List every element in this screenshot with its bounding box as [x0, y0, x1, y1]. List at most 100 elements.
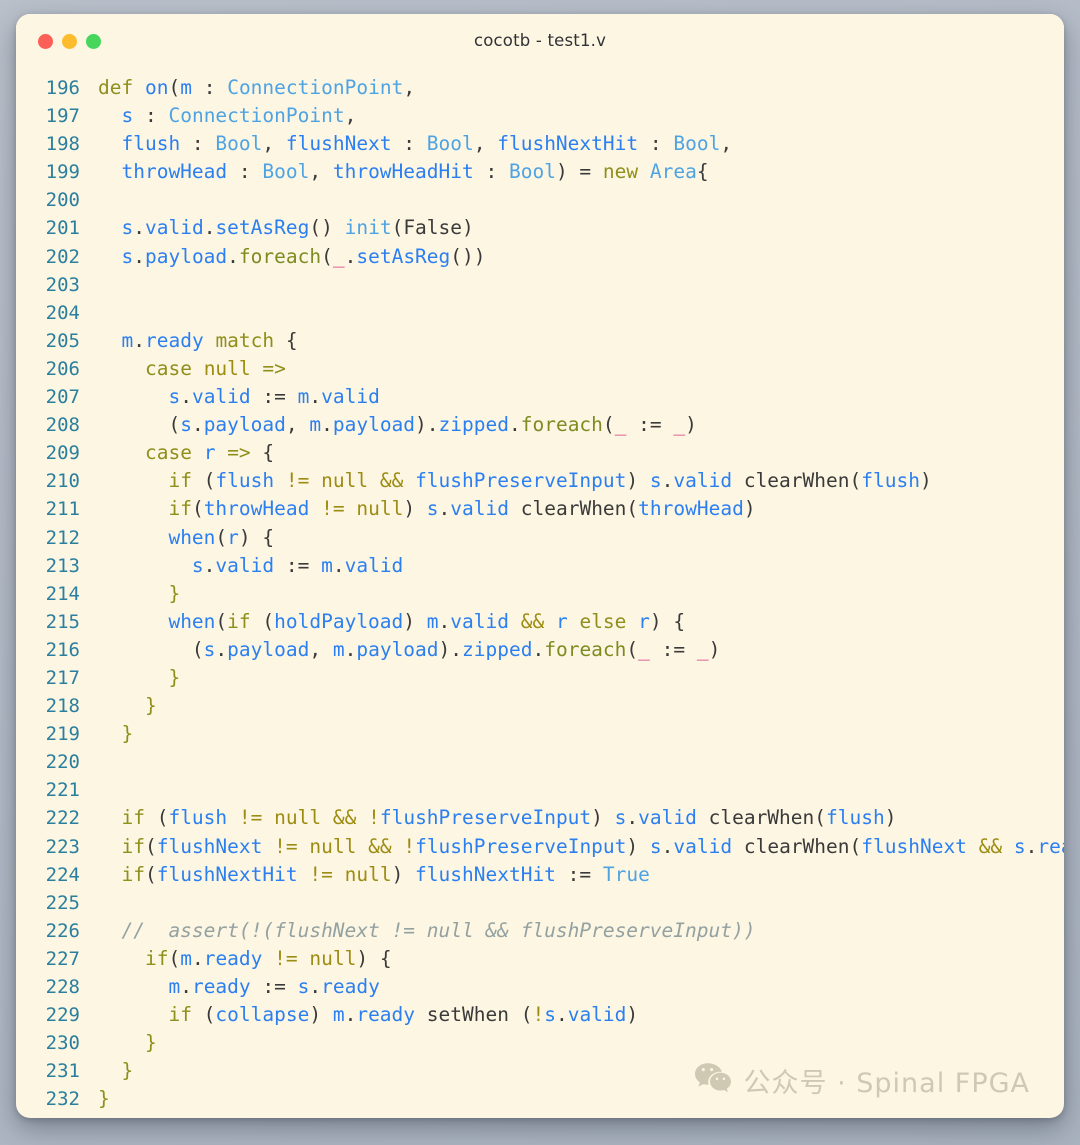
code-line-text[interactable]: flush : Bool, flushNext : Bool, flushNex… — [98, 130, 1064, 158]
code-token: valid — [344, 553, 404, 577]
code-line-text[interactable]: (s.payload, m.payload).zipped.foreach(_ … — [98, 411, 1064, 439]
code-token: . — [532, 637, 545, 661]
code-token: && — [379, 469, 404, 493]
code-line-text[interactable]: when(r) { — [98, 524, 1064, 552]
code-line: 227 if(m.ready != null) { — [16, 945, 1064, 973]
code-line-text[interactable]: m.ready := s.ready — [98, 973, 1064, 1001]
code-line-text[interactable]: } — [98, 1029, 1064, 1057]
code-token: := — [274, 553, 322, 577]
code-token: payload — [227, 637, 310, 661]
code-token: new — [602, 160, 639, 184]
code-token: _ — [614, 413, 627, 437]
code-token: valid — [450, 609, 509, 633]
code-line-text[interactable]: (s.payload, m.payload).zipped.foreach(_ … — [98, 636, 1064, 664]
code-line-text[interactable]: } — [98, 1057, 1064, 1085]
code-token: . — [438, 497, 451, 521]
code-token: : — [133, 104, 169, 128]
code-line-text[interactable]: } — [98, 664, 1064, 692]
line-number: 218 — [45, 695, 80, 718]
code-token: ready — [144, 328, 204, 352]
code-token: null — [274, 806, 322, 830]
code-line-text[interactable]: case r => { — [98, 439, 1064, 467]
code-token: s — [191, 553, 204, 577]
code-line-text[interactable]: throwHead : Bool, throwHeadHit : Bool) =… — [98, 158, 1064, 186]
code-token: when — [168, 525, 216, 549]
code-line-text[interactable]: s : ConnectionPoint, — [98, 102, 1064, 130]
line-number: 216 — [45, 638, 80, 661]
code-token: s — [180, 413, 192, 437]
code-token: ) — [919, 469, 932, 493]
code-token: if — [144, 946, 169, 970]
code-line-text[interactable]: // assert(!(flushNext != null && flushPr… — [98, 917, 1064, 945]
code-line-text[interactable]: if (collapse) m.ready setWhen (!s.valid) — [98, 1001, 1064, 1029]
code-token: , — [262, 132, 286, 156]
code-line-text[interactable]: } — [98, 692, 1064, 720]
code-line-text[interactable]: s.valid := m.valid — [98, 383, 1064, 411]
code-token: ( — [191, 1003, 216, 1027]
code-line-text[interactable]: s.payload.foreach(_.setAsReg()) — [98, 243, 1064, 271]
code-token: clearWhen — [743, 834, 850, 858]
code-token: ( — [626, 637, 639, 661]
code-line-text[interactable]: if (flush != null && !flushPreserveInput… — [98, 804, 1064, 832]
code-token: zipped — [462, 637, 533, 661]
code-line-text[interactable]: if(throwHead != null) s.valid clearWhen(… — [98, 495, 1064, 523]
code-token: ConnectionPoint — [227, 76, 404, 99]
code-token: ). — [415, 413, 439, 437]
code-token: } — [98, 1059, 134, 1083]
code-line-text[interactable]: if (flush != null && flushPreserveInput)… — [98, 467, 1064, 495]
code-token: := — [250, 975, 298, 998]
code-line-text[interactable]: s.valid := m.valid — [98, 552, 1064, 580]
code-token: flush — [861, 469, 920, 493]
code-line-text[interactable]: } — [98, 1085, 1064, 1113]
code-line-text[interactable]: if(flushNext != null && !flushPreserveIn… — [98, 833, 1064, 861]
code-token: setWhen — [426, 1003, 509, 1027]
code-line-text[interactable]: s.valid.setAsReg() init(False) — [98, 214, 1064, 242]
line-number: 207 — [45, 386, 80, 409]
code-token: ( — [626, 497, 639, 521]
code-line: 215 when(if (holdPayload) m.valid && r e… — [16, 608, 1064, 636]
code-line-text[interactable]: when(if (holdPayload) m.valid && r else … — [98, 608, 1064, 636]
line-number: 227 — [45, 947, 80, 970]
code-token: r — [555, 609, 568, 633]
code-token: holdPayload — [274, 609, 404, 633]
code-token: ( — [144, 806, 169, 830]
code-token: m — [168, 975, 181, 998]
code-line-text[interactable]: if(m.ready != null) { — [98, 945, 1064, 973]
code-token: ! — [403, 834, 416, 858]
code-line-text[interactable]: } — [98, 720, 1064, 748]
code-token: s — [544, 1003, 556, 1027]
code-token: False — [403, 216, 463, 240]
code-token: ( — [508, 1003, 533, 1027]
code-line-text[interactable]: def on(m : ConnectionPoint, — [98, 74, 1064, 102]
code-line-text[interactable]: case null => — [98, 355, 1064, 383]
code-token: ). — [438, 637, 463, 661]
code-token: ( — [849, 834, 862, 858]
code-token: True — [602, 862, 650, 886]
code-line: 209 case r => { — [16, 439, 1064, 467]
code-line-text[interactable]: if(flushNextHit != null) flushNextHit :=… — [98, 861, 1064, 889]
code-line-text[interactable]: } — [98, 580, 1064, 608]
code-token: , — [473, 132, 498, 156]
code-content[interactable]: 196 def on(m : ConnectionPoint, 197 s : Co… — [16, 68, 1064, 1118]
code-token: ready — [356, 1003, 416, 1027]
code-token: . — [203, 216, 216, 240]
code-token: flushPreserveInput — [415, 469, 627, 493]
code-token: . — [344, 244, 357, 268]
code-line-text[interactable]: m.ready match { — [98, 327, 1064, 355]
code-token: . — [344, 1003, 357, 1027]
code-token: } — [98, 694, 157, 718]
code-token: != — [274, 946, 298, 970]
code-token: s — [121, 244, 134, 268]
